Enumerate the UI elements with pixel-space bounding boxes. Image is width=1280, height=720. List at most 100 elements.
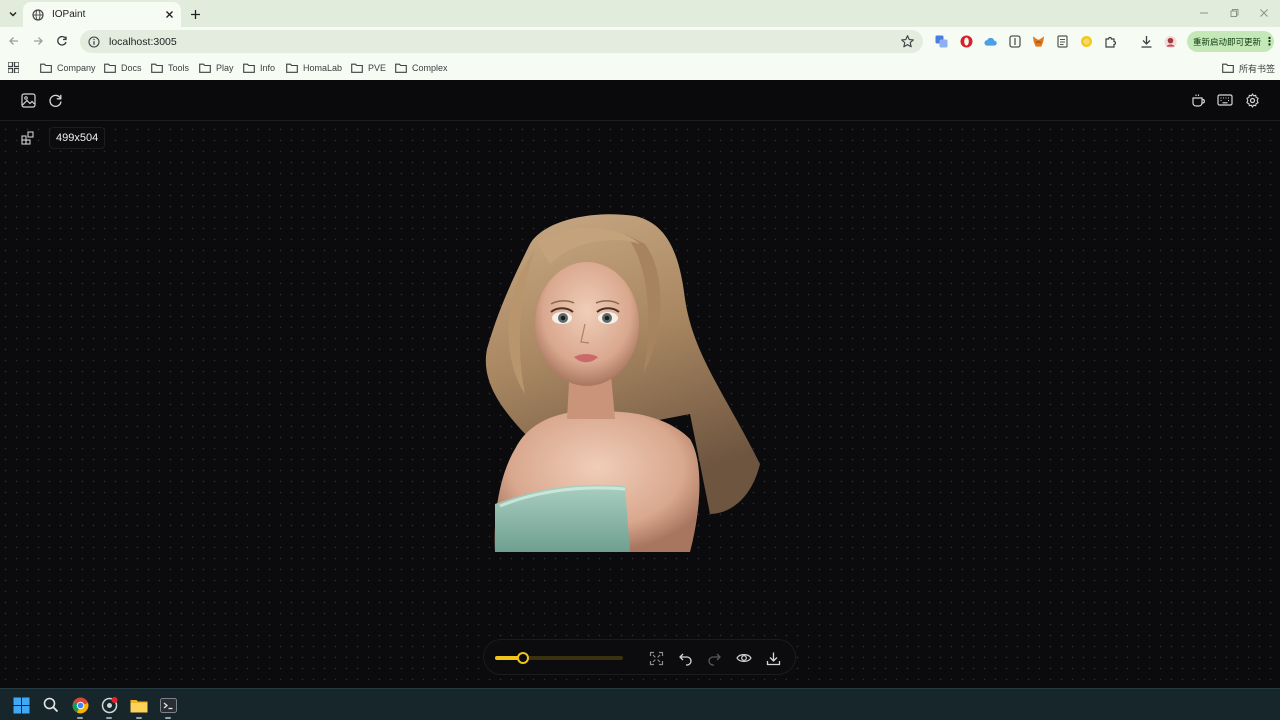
bookmark-label: Docs — [121, 63, 142, 73]
refresh-icon — [48, 94, 62, 107]
portrait-image — [485, 214, 760, 552]
close-icon — [1260, 9, 1268, 17]
forward-button[interactable] — [29, 32, 47, 50]
terminal-icon — [159, 697, 177, 713]
reader-extension[interactable] — [1008, 35, 1021, 48]
reset-zoom-button[interactable] — [647, 649, 665, 667]
undo-button[interactable] — [676, 649, 694, 667]
folder-icon — [40, 63, 52, 73]
eye-icon — [736, 654, 752, 662]
app-header — [0, 80, 1280, 121]
canvas-image[interactable] — [475, 214, 765, 552]
search-icon — [43, 697, 59, 713]
bookmark-folder-complex[interactable]: Complex — [395, 61, 448, 75]
globe-icon — [32, 8, 44, 21]
taskbar — [0, 688, 1280, 720]
bookmark-folder-info[interactable]: Info — [243, 61, 275, 75]
running-indicator — [77, 717, 83, 719]
metamask-extension[interactable] — [1032, 35, 1045, 48]
bottom-control-bar — [483, 639, 796, 675]
document-icon — [1057, 35, 1068, 48]
coffee-button[interactable] — [1190, 92, 1206, 108]
tab-title: IOPaint — [52, 9, 86, 20]
minimize-button[interactable] — [1192, 4, 1216, 22]
avatar-icon — [1164, 35, 1177, 48]
bookmark-folder-docs[interactable]: Docs — [104, 61, 142, 75]
opera-icon — [960, 35, 973, 48]
brush-size-slider[interactable] — [495, 652, 623, 664]
download-icon — [766, 652, 780, 665]
running-indicator — [106, 717, 112, 719]
keyboard-icon — [1217, 94, 1233, 106]
puzzle-icon — [1105, 36, 1117, 48]
update-label: 重新启动即可更新 — [1193, 36, 1262, 47]
folder-icon — [151, 63, 163, 73]
taskbar-app[interactable] — [99, 695, 119, 719]
undo-icon — [678, 653, 692, 666]
redo-button[interactable] — [705, 649, 723, 667]
tab-close-button[interactable] — [161, 7, 177, 23]
reload-icon — [57, 35, 67, 46]
bookmark-label: PVE — [368, 63, 387, 73]
folder-icon — [104, 63, 116, 73]
arrow-left-icon — [9, 37, 18, 45]
notes-extension[interactable] — [1056, 35, 1069, 48]
slider-thumb[interactable] — [517, 652, 529, 664]
bookmark-folder-company[interactable]: Company — [40, 61, 96, 75]
chevron-down-icon — [9, 12, 17, 17]
toggle-layout-button[interactable] — [18, 128, 38, 148]
emoji-extension[interactable] — [1080, 35, 1093, 48]
address-bar[interactable]: localhost:3005 — [80, 30, 923, 53]
download-button[interactable] — [764, 649, 782, 667]
bookmark-folder-pve[interactable]: PVE — [351, 61, 386, 75]
url-text: localhost:3005 — [109, 35, 177, 48]
shortcuts-button[interactable] — [1217, 92, 1233, 108]
bookmarks-bar: Company Docs Tools Play Info HomaLab PVE… — [0, 56, 1280, 80]
reload-button[interactable] — [53, 32, 71, 50]
folder-icon — [351, 63, 363, 73]
taskbar-file-explorer[interactable] — [129, 695, 149, 719]
folder-icon — [243, 63, 255, 73]
extensions-button[interactable] — [1104, 35, 1117, 48]
show-original-button[interactable] — [735, 649, 753, 667]
running-indicator — [165, 717, 171, 719]
image-size-row: 499x504 — [18, 127, 106, 149]
opera-extension[interactable] — [960, 35, 973, 48]
settings-button[interactable] — [1244, 92, 1260, 108]
close-icon — [165, 11, 173, 18]
download-icon — [1141, 36, 1152, 48]
bookmark-folder-homalab[interactable]: HomaLab — [286, 61, 342, 75]
cloud-extension[interactable] — [984, 35, 997, 48]
coffee-icon — [1191, 94, 1205, 107]
new-tab-button[interactable] — [186, 5, 204, 23]
profile-avatar[interactable] — [1164, 35, 1177, 48]
back-button[interactable] — [5, 32, 23, 50]
start-button[interactable] — [11, 695, 31, 715]
layout-grid-icon — [21, 131, 34, 145]
folder-icon — [395, 63, 407, 73]
bookmark-folder-tools[interactable]: Tools — [151, 61, 189, 75]
apps-grid-icon[interactable] — [8, 62, 19, 73]
taskbar-terminal[interactable] — [158, 695, 178, 719]
close-window-button[interactable] — [1252, 4, 1276, 22]
browser-tab-iopaint[interactable]: IOPaint — [23, 2, 181, 27]
reload-model-button[interactable] — [47, 92, 63, 108]
update-button[interactable]: 重新启动即可更新 ⋮ — [1187, 31, 1275, 52]
upload-image-button[interactable] — [20, 92, 36, 108]
app-icon — [101, 696, 117, 713]
translate-extension[interactable] — [935, 35, 948, 48]
bookmark-star-icon[interactable] — [900, 34, 915, 49]
taskbar-chrome[interactable] — [70, 695, 90, 719]
taskbar-search-button[interactable] — [41, 695, 61, 715]
bookmark-label: 所有书签 — [1239, 63, 1276, 74]
all-bookmarks-folder[interactable]: 所有书签 — [1222, 61, 1275, 75]
bookmark-folder-play[interactable]: Play — [199, 61, 234, 75]
tab-search-button[interactable] — [4, 5, 22, 23]
folder-icon — [1222, 63, 1234, 73]
windows-start-icon — [13, 697, 29, 713]
restore-button[interactable] — [1222, 4, 1246, 22]
image-size-badge: 499x504 — [49, 127, 106, 149]
downloads-button[interactable] — [1140, 35, 1153, 48]
folder-icon — [286, 63, 298, 73]
browser-tab-strip: IOPaint — [0, 0, 1280, 27]
